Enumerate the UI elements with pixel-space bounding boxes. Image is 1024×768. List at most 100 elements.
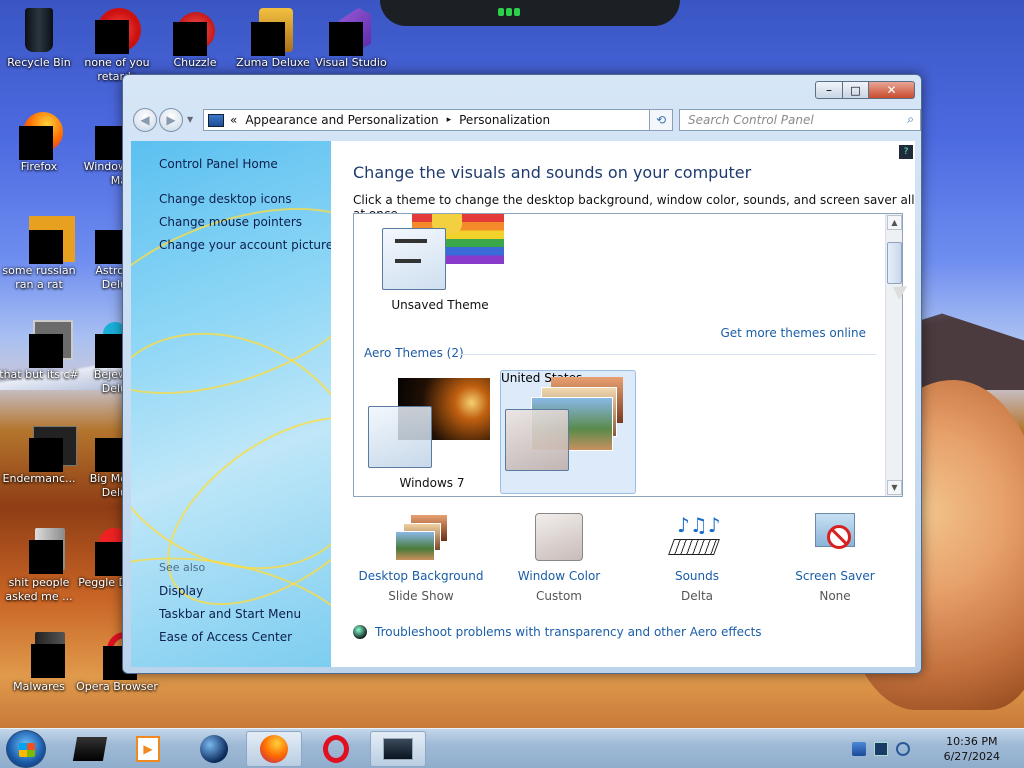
notification-area: 10:36 PM 6/27/2024 bbox=[844, 729, 1024, 768]
desktop-icon-firefox[interactable]: Firefox bbox=[0, 110, 81, 174]
globe-app-icon bbox=[200, 735, 228, 763]
screen-saver-option[interactable]: Screen Saver None bbox=[767, 513, 903, 603]
desktop-icon-zuma-deluxe[interactable]: Zuma Deluxe bbox=[231, 6, 315, 70]
see-also-heading: See also bbox=[159, 561, 206, 574]
close-button[interactable]: ✕ bbox=[869, 81, 915, 99]
desktop-icon-malwares[interactable]: Malwares bbox=[0, 630, 81, 694]
task-manager-icon bbox=[72, 737, 108, 761]
window-color-swatch bbox=[382, 228, 446, 290]
sounds-option[interactable]: ♪♫♪ Sounds Delta bbox=[629, 513, 765, 603]
indicator-light bbox=[506, 8, 512, 16]
window-color-option[interactable]: Window Color Custom bbox=[491, 513, 627, 603]
theme-windows-7[interactable]: Windows 7 bbox=[368, 378, 496, 494]
app-icon bbox=[93, 6, 141, 54]
desktop-background-icon bbox=[393, 513, 449, 563]
app-icon bbox=[15, 214, 75, 264]
search-input[interactable]: Search Control Panel ⌕ bbox=[679, 109, 921, 131]
volume-icon[interactable] bbox=[896, 742, 910, 756]
window-color-swatch bbox=[505, 409, 569, 471]
sidebar-links: Control Panel Home Change desktop icons … bbox=[159, 157, 331, 261]
forward-button[interactable]: ▶ bbox=[159, 108, 183, 132]
desktop-icon-that-but-csharp[interactable]: that but its c# bbox=[0, 318, 81, 382]
taskbar-item-task-manager[interactable] bbox=[62, 731, 118, 767]
opera-icon bbox=[323, 735, 349, 763]
desktop-icon-endermanch[interactable]: Endermanc... bbox=[0, 422, 81, 486]
desktop-icon-big-money[interactable]: Big Mo Delu bbox=[75, 422, 127, 500]
zuma-icon bbox=[249, 6, 297, 56]
start-button[interactable] bbox=[6, 730, 46, 768]
scroll-up-icon[interactable]: ▲ bbox=[887, 215, 902, 230]
clock[interactable]: 10:36 PM 6/27/2024 bbox=[944, 734, 1000, 764]
window-color-swatch bbox=[368, 406, 432, 468]
help-icon[interactable]: ? bbox=[899, 145, 913, 159]
desktop-icon-window-manager[interactable]: Window Ma bbox=[75, 110, 127, 188]
breadcrumb-personalization[interactable]: Personalization bbox=[459, 113, 550, 127]
address-bar[interactable]: « Appearance and Personalization ▸ Perso… bbox=[203, 109, 665, 131]
back-button[interactable]: ◀ bbox=[133, 108, 157, 132]
recent-pages-dropdown-icon[interactable]: ▼ bbox=[187, 115, 193, 124]
taskbar: ▶ 10:36 PM 6/27/2024 bbox=[0, 728, 1024, 768]
change-mouse-pointers-link[interactable]: Change mouse pointers bbox=[159, 215, 329, 229]
desktop-icon-none-of-you[interactable]: none of you retards bbox=[75, 6, 159, 84]
peggle-icon bbox=[77, 526, 127, 576]
taskbar-item-globe-app[interactable] bbox=[186, 731, 242, 767]
recycle-bin-icon bbox=[15, 6, 63, 54]
indicator-light bbox=[498, 8, 504, 16]
ease-of-access-link[interactable]: Ease of Access Center bbox=[159, 630, 329, 644]
app-icon bbox=[77, 110, 127, 160]
theme-settings-row: Desktop Background Slide Show Window Col… bbox=[353, 513, 903, 613]
taskbar-item-media-player[interactable]: ▶ bbox=[120, 731, 176, 767]
indicator-light bbox=[514, 8, 520, 16]
desktop-icon-bejeweled[interactable]: Bejew Delu bbox=[75, 318, 127, 396]
task-pane: Control Panel Home Change desktop icons … bbox=[131, 141, 331, 667]
refresh-button[interactable]: ⟲ bbox=[649, 109, 673, 131]
taskbar-item-firefox[interactable] bbox=[246, 731, 302, 767]
desktop-icon-shit-people-asked[interactable]: shit people asked me ... bbox=[0, 526, 81, 604]
clock-date: 6/27/2024 bbox=[943, 750, 1000, 763]
minimize-button[interactable]: – bbox=[815, 81, 843, 99]
theme-label: Windows 7 bbox=[399, 476, 465, 490]
desktop-icon-peggle[interactable]: Peggle D bbox=[75, 526, 127, 590]
network-icon[interactable] bbox=[874, 742, 888, 756]
chuzzle-icon bbox=[171, 6, 219, 56]
main-content: ? Change the visuals and sounds on your … bbox=[331, 141, 915, 667]
screen-saver-icon bbox=[807, 513, 863, 563]
change-desktop-icons-link[interactable]: Change desktop icons bbox=[159, 192, 329, 206]
action-center-icon[interactable] bbox=[852, 742, 866, 756]
taskbar-item-control-panel[interactable] bbox=[370, 731, 426, 767]
media-player-icon: ▶ bbox=[136, 736, 160, 762]
taskbar-start-menu-link[interactable]: Taskbar and Start Menu bbox=[159, 607, 329, 621]
app-icon bbox=[15, 318, 73, 368]
taskbar-item-opera[interactable] bbox=[308, 731, 364, 767]
display-link[interactable]: Display bbox=[159, 584, 329, 598]
windows-logo-icon bbox=[19, 743, 35, 757]
top-gadget-bar bbox=[380, 0, 680, 26]
desktop-icon-visual-studio[interactable]: Visual Studio bbox=[309, 6, 393, 70]
personalization-window: – □ ✕ ◀ ▶ ▼ « Appearance and Personaliza… bbox=[122, 74, 922, 674]
title-buttons: – □ ✕ bbox=[815, 81, 915, 99]
desktop-icon-recycle-bin[interactable]: Recycle Bin bbox=[0, 6, 81, 70]
get-more-themes-link[interactable]: Get more themes online bbox=[720, 326, 866, 340]
scroll-thumb[interactable] bbox=[887, 242, 902, 284]
app-icon bbox=[77, 214, 127, 264]
maximize-button[interactable]: □ bbox=[843, 81, 869, 99]
desktop-icon-chuzzle[interactable]: Chuzzle bbox=[153, 6, 237, 70]
desktop-icon-some-russian[interactable]: some russian ran a rat bbox=[0, 214, 81, 292]
control-panel-icon bbox=[208, 113, 224, 127]
search-icon[interactable]: ⌕ bbox=[907, 112, 914, 127]
theme-united-states[interactable]: United States bbox=[500, 370, 636, 494]
theme-list-scrollbar[interactable]: ▲ ▼ bbox=[885, 214, 902, 496]
desktop-background-option[interactable]: Desktop Background Slide Show bbox=[353, 513, 489, 603]
change-account-picture-link[interactable]: Change your account picture bbox=[159, 238, 331, 252]
desktop-icon-astrol[interactable]: Astrol Delu bbox=[75, 214, 127, 292]
control-panel-home-link[interactable]: Control Panel Home bbox=[159, 157, 329, 171]
app-icon bbox=[77, 422, 127, 472]
visual-studio-icon bbox=[327, 6, 375, 56]
theme-list: Unsaved Theme Get more themes online Aer… bbox=[353, 213, 903, 497]
firefox-icon bbox=[260, 735, 288, 763]
scroll-down-icon[interactable]: ▼ bbox=[887, 480, 902, 495]
firefox-icon bbox=[15, 110, 63, 160]
section-divider bbox=[458, 354, 876, 355]
troubleshoot-link[interactable]: Troubleshoot problems with transparency … bbox=[353, 625, 762, 639]
breadcrumb-appearance[interactable]: Appearance and Personalization bbox=[245, 113, 438, 127]
